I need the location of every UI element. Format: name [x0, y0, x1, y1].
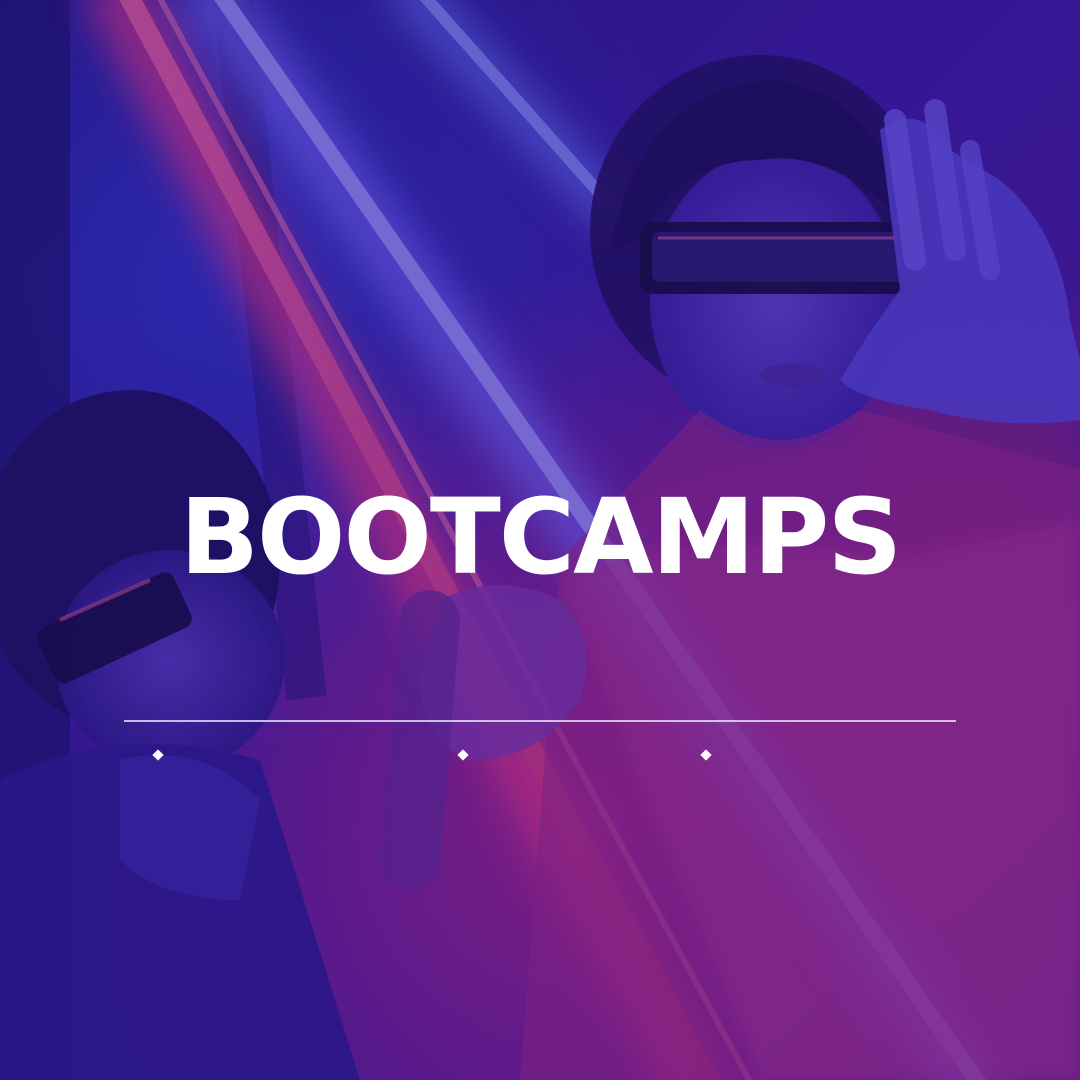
divider-line [124, 720, 956, 722]
poster: BOOTCAMPS [0, 0, 1080, 1080]
poster-title: BOOTCAMPS [179, 476, 902, 598]
